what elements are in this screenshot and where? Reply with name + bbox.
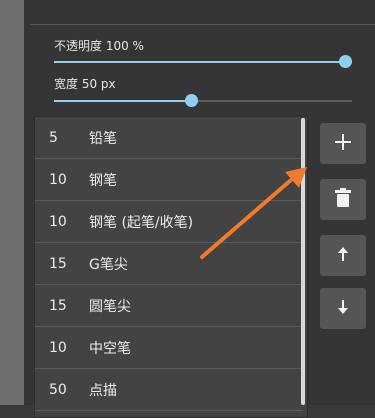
brush-item-g-nib[interactable]: 15 G笔尖	[35, 243, 303, 285]
brush-item-pen-taper[interactable]: 10 钢笔 (起笔/收笔)	[35, 201, 303, 243]
brush-size: 10	[49, 339, 67, 356]
brush-size: 10	[49, 213, 67, 230]
brush-size: 15	[49, 297, 67, 314]
brush-item-hollow-pen[interactable]: 10 中空笔	[35, 327, 303, 369]
opacity-slider-fill	[54, 61, 352, 63]
brush-item-round-nib[interactable]: 15 圆笔尖	[35, 285, 303, 327]
brush-list-scrollbar[interactable]	[301, 118, 305, 405]
trash-icon	[334, 187, 352, 212]
top-divider	[30, 24, 375, 25]
arrow-down-icon	[336, 299, 350, 319]
width-slider-fill	[54, 100, 192, 102]
brush-name: 钢笔	[89, 172, 117, 189]
width-slider[interactable]	[54, 94, 352, 107]
brush-item-pencil[interactable]: 5 铅笔	[35, 117, 303, 159]
add-brush-button[interactable]	[320, 123, 366, 164]
width-label: 宽度 50 px	[54, 77, 116, 91]
opacity-slider[interactable]	[54, 55, 352, 68]
plus-icon	[334, 133, 352, 155]
delete-brush-button[interactable]	[320, 179, 366, 220]
brush-name: 铅笔	[89, 130, 117, 147]
brush-name: 钢笔 (起笔/收笔)	[89, 214, 194, 231]
move-up-button[interactable]	[320, 235, 366, 276]
canvas-edge	[0, 0, 24, 405]
brush-size: 5	[49, 129, 58, 146]
move-down-button[interactable]	[320, 288, 366, 329]
brush-name: G笔尖	[89, 256, 128, 273]
brush-item-pen[interactable]: 10 钢笔	[35, 159, 303, 201]
brush-name: 中空笔	[89, 340, 131, 357]
opacity-slider-thumb[interactable]	[339, 55, 352, 68]
width-slider-thumb[interactable]	[184, 94, 198, 107]
opacity-label: 不透明度 100 %	[54, 39, 144, 53]
brush-size: 15	[49, 255, 67, 272]
arrow-up-icon	[336, 246, 350, 266]
brush-size: 50	[49, 381, 67, 398]
brush-name: 点描	[89, 382, 117, 399]
brush-list: 5 铅笔 10 钢笔 10 钢笔 (起笔/收笔) 15 G笔尖 15 圆笔尖 1…	[34, 116, 308, 418]
brush-size: 10	[49, 171, 67, 188]
brush-name: 圆笔尖	[89, 298, 131, 315]
